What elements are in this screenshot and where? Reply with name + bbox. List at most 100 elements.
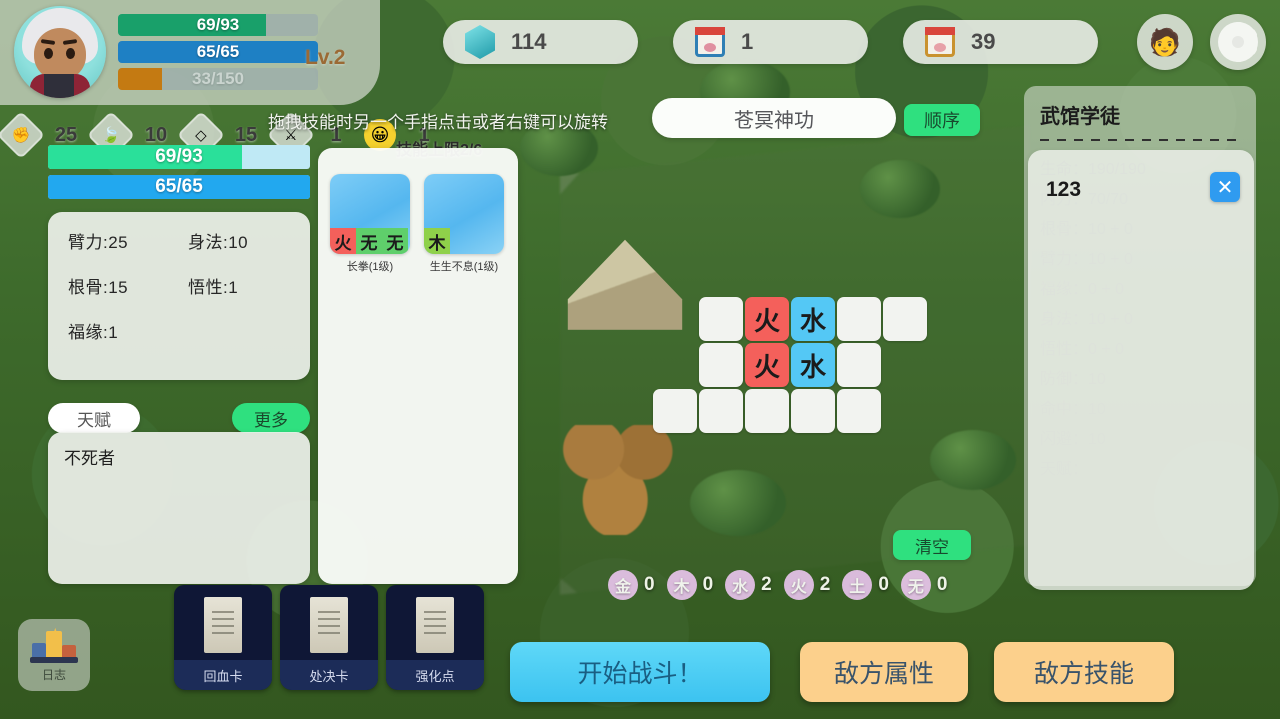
- order-button[interactable]: 顺序: [904, 104, 980, 136]
- element-count: 0: [878, 574, 889, 595]
- grid-cell-blank[interactable]: [791, 389, 835, 433]
- resource-date[interactable]: 39: [903, 20, 1098, 64]
- grid-cell-blank[interactable]: [699, 343, 743, 387]
- scroll-icon: [416, 597, 454, 653]
- skill-card-label: 长拳(1级): [346, 261, 394, 273]
- rune-none: 无: [382, 228, 408, 254]
- element-count: 0: [702, 574, 714, 595]
- close-icon[interactable]: ✕: [1210, 172, 1240, 202]
- talent-more-button[interactable]: 更多: [232, 403, 310, 433]
- grid-cell-blank[interactable]: [837, 343, 881, 387]
- hero-exp-text: 33/150: [192, 69, 244, 88]
- grid-cell-blank[interactable]: [883, 297, 927, 341]
- stat-strength-value: 25: [54, 123, 78, 146]
- element-counter: 无0: [900, 570, 948, 600]
- element-icon: 火: [783, 570, 814, 600]
- grid-cell-blank[interactable]: [699, 389, 743, 433]
- skill-name-field[interactable]: 苍冥神功: [652, 98, 896, 138]
- card-slot[interactable]: 强化点: [386, 585, 484, 690]
- element-count: 2: [819, 574, 831, 595]
- skill-tile[interactable]: 火 无 无: [330, 174, 410, 254]
- attributes-panel: 臂力:25 身法:10 根骨:15 悟性:1 福缘:1: [48, 212, 310, 380]
- rune-row: 木: [424, 228, 450, 254]
- grid-gap: [653, 343, 697, 387]
- card-slot-label: 强化点: [386, 660, 484, 690]
- podium-icon: ★: [30, 625, 78, 663]
- hero-status-card: 69/93 65/65 33/150 Lv.2: [0, 0, 380, 105]
- enemy-skills-button[interactable]: 敌方技能: [994, 642, 1174, 702]
- grid-cell-blank[interactable]: [837, 389, 881, 433]
- grid-gap: [883, 389, 927, 433]
- element-icon: 土: [842, 570, 873, 600]
- rune-row: 火 无 无: [330, 228, 408, 254]
- attribute-luck: 福缘:1: [68, 323, 119, 342]
- card-slot[interactable]: 回血卡: [174, 585, 272, 690]
- hero-exp-bar: 33/150: [118, 68, 318, 90]
- battle-grid[interactable]: 火水火水: [652, 296, 928, 434]
- element-counter: 水2: [725, 570, 772, 600]
- talent-item[interactable]: 不死者: [64, 444, 294, 469]
- attribute-constitution: 根骨:15: [68, 278, 129, 297]
- grid-cell-water[interactable]: 水: [791, 343, 835, 387]
- element-icon: 无: [900, 570, 931, 600]
- grid-cell-fire[interactable]: 火: [745, 343, 789, 387]
- hero-bars: 69/93 65/65 33/150: [118, 14, 318, 95]
- grid-cell-water[interactable]: 水: [791, 297, 835, 341]
- enemy-name: 武馆学徒: [1040, 106, 1120, 128]
- hero-mp-text: 65/65: [196, 42, 240, 61]
- card-slot[interactable]: 处决卡: [280, 585, 378, 690]
- resource-date-value: 39: [971, 29, 996, 54]
- enemy-attributes-button[interactable]: 敌方属性: [800, 642, 968, 702]
- calendar-icon: [695, 27, 725, 57]
- element-counter: 土0: [842, 570, 889, 600]
- rune-fire: 火: [330, 228, 356, 254]
- attribute-strength: 臂力:25: [68, 233, 129, 252]
- player-mp-text: 65/65: [155, 176, 203, 197]
- grid-cell-fire[interactable]: 火: [745, 297, 789, 341]
- element-counter: 金0: [608, 570, 655, 600]
- gem-icon: [465, 25, 495, 59]
- attributes-grid: 臂力:25 身法:10 根骨:15 悟性:1 福缘:1: [68, 228, 290, 343]
- skills-panel: 火 无 无 长拳(1级) 木 生生不息(1级): [318, 148, 518, 584]
- skill-card[interactable]: 木 生生不息(1级): [424, 174, 504, 274]
- talent-tab[interactable]: 天赋: [48, 403, 140, 433]
- talent-list: 不死者: [48, 432, 310, 584]
- hero-mp-bar: 65/65: [118, 41, 318, 63]
- grid-cell-blank[interactable]: [653, 389, 697, 433]
- avatar[interactable]: [14, 6, 106, 98]
- rune-wood: 木: [424, 228, 450, 254]
- grid-cell-blank[interactable]: [699, 297, 743, 341]
- grid-gap: [883, 343, 927, 387]
- skill-tile[interactable]: 木: [424, 174, 504, 254]
- avatar-eye: [66, 48, 75, 59]
- log-button[interactable]: ★ 日志: [18, 619, 90, 691]
- clear-button[interactable]: 清空: [893, 530, 971, 560]
- element-counter: 木0: [666, 570, 714, 600]
- resource-gem[interactable]: 114: [443, 20, 638, 64]
- avatar-face: [34, 28, 86, 80]
- stat-agility-value: 10: [144, 123, 168, 146]
- player-bars: 69/93 65/65: [48, 145, 310, 205]
- element-count: 0: [936, 574, 948, 595]
- game-screen: 69/93 65/65 33/150 Lv.2 114 1 39 🧑 ✊ 25 …: [0, 0, 1280, 719]
- skill-card-list: 火 无 无 长拳(1级) 木 生生不息(1级): [330, 174, 504, 274]
- player-hp-text: 69/93: [155, 146, 203, 167]
- stat-constitution-value: 15: [234, 123, 258, 146]
- grid-row: 火水: [652, 342, 928, 388]
- card-slot-label: 回血卡: [174, 660, 272, 690]
- resource-day[interactable]: 1: [673, 20, 868, 64]
- avatar-eye: [44, 48, 53, 59]
- grid-cell-blank[interactable]: [745, 389, 789, 433]
- log-button-label: 日志: [41, 668, 66, 682]
- hero-hp-text: 69/93: [196, 15, 240, 34]
- attribute-insight: 悟性:1: [188, 278, 239, 297]
- skill-card[interactable]: 火 无 无 长拳(1级): [330, 174, 410, 274]
- start-battle-button[interactable]: 开始战斗！: [510, 642, 770, 702]
- hint-text: 拖拽技能时另一个手指点击或者右键可以旋转: [268, 113, 608, 132]
- resource-day-value: 1: [741, 29, 754, 54]
- attribute-empty: [188, 318, 308, 343]
- resource-gem-value: 114: [511, 29, 547, 54]
- grid-cell-blank[interactable]: [837, 297, 881, 341]
- settings-button[interactable]: [1210, 14, 1266, 70]
- characters-button[interactable]: 🧑: [1137, 14, 1193, 70]
